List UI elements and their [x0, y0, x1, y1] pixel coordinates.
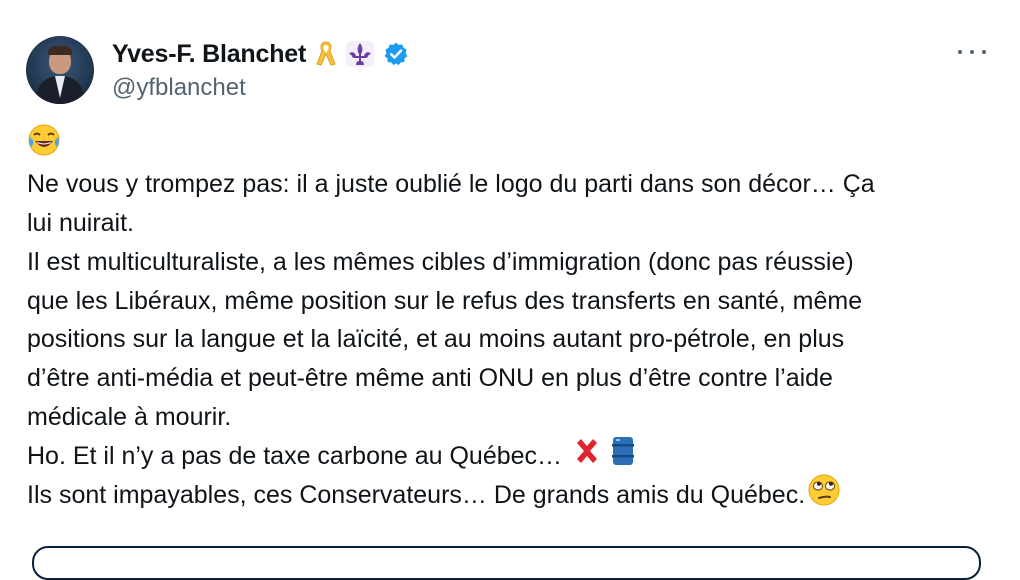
eye-roll-emoji: [807, 473, 841, 519]
tweet-line: que les Libéraux, même position sur le r…: [27, 286, 863, 315]
oil-drum-emoji: [610, 435, 636, 479]
tweet-line-with-emojis: Ho. Et il n’y a pas de taxe carbone au Q…: [27, 435, 997, 479]
tweet-line: positions sur la langue et la laïcité, e…: [27, 325, 845, 354]
embedded-media-card[interactable]: [32, 546, 981, 580]
tweet-line: lui nuirait.: [27, 208, 134, 237]
fleur-de-lis-icon: [346, 41, 375, 67]
tweet-line-text: Ils sont impayables, ces Conservateurs… …: [27, 481, 806, 510]
tweet-line: d’être anti-média et peut-être même anti…: [27, 364, 833, 393]
author-name-row: Yves-F. Blanchet: [112, 38, 409, 70]
red-x-emoji: [572, 436, 602, 478]
more-dot: [982, 50, 986, 54]
tweet-line-emoji: [27, 124, 997, 165]
author-handle[interactable]: @yfblanchet: [112, 74, 246, 102]
tweet-line: Il est multiculturaliste, a les mêmes ci…: [27, 247, 854, 276]
tweet-header: Yves-F. Blanchet @yfblanchet: [26, 36, 986, 106]
yellow-ribbon-icon: [315, 40, 337, 68]
avatar-hair: [48, 46, 72, 55]
tweet-line: Ne vous y trompez pas: il a juste oublié…: [27, 169, 875, 198]
tweet-line-with-emoji: Ils sont impayables, ces Conservateurs… …: [27, 474, 997, 515]
author-name[interactable]: Yves-F. Blanchet: [112, 40, 306, 69]
tweet: Yves-F. Blanchet @yfblanchet Ne vous y t…: [0, 0, 1020, 580]
tweet-text: Ne vous y trompez pas: il a juste oublié…: [27, 124, 997, 515]
tweet-line-text: Ho. Et il n’y a pas de taxe carbone au Q…: [27, 442, 563, 471]
more-horizontal-icon[interactable]: [958, 42, 986, 62]
more-dot: [970, 50, 974, 54]
tweet-line: médicale à mourir.: [27, 403, 232, 432]
verified-badge-icon[interactable]: [383, 41, 409, 67]
avatar[interactable]: [26, 36, 94, 104]
more-dot: [958, 50, 962, 54]
tears-of-joy-emoji: [27, 123, 61, 169]
